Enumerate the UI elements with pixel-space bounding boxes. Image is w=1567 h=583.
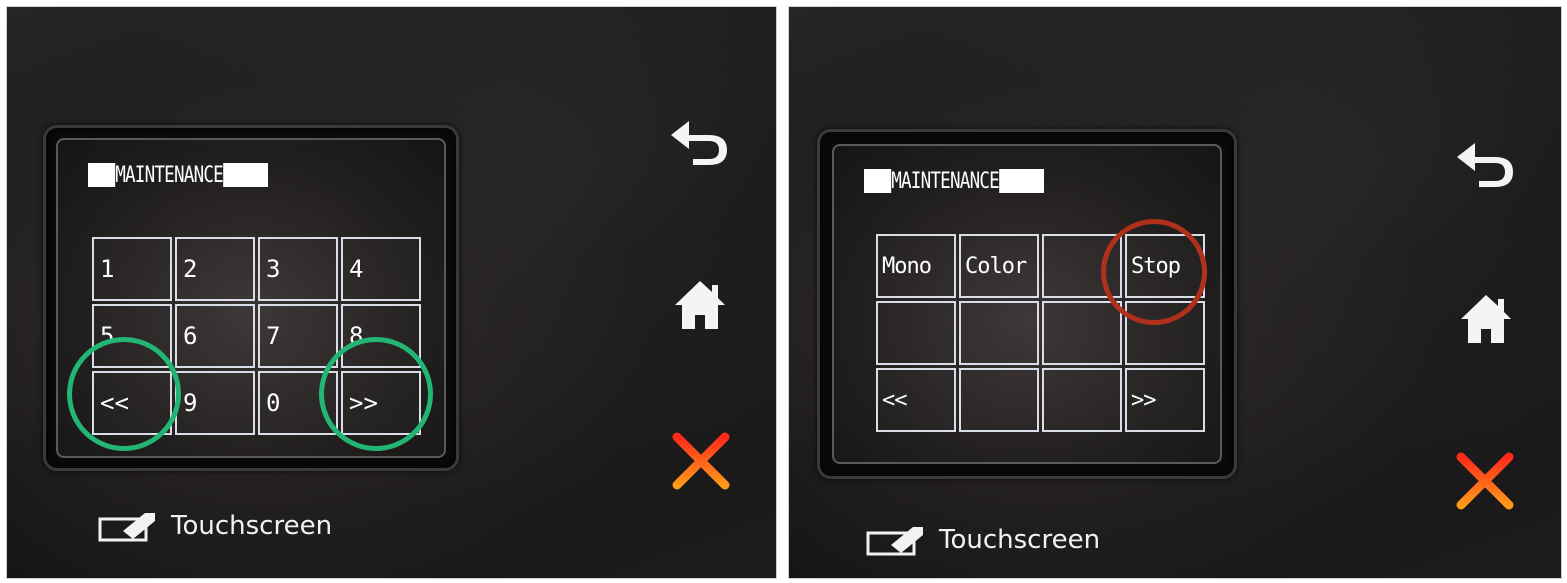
home-button[interactable] (1453, 289, 1519, 349)
cancel-button[interactable] (669, 429, 733, 493)
mode-keypad: Mono Color Stop << >> (876, 234, 1205, 432)
key-prev-page[interactable]: << (92, 371, 172, 435)
key-4[interactable]: 4 (341, 237, 421, 301)
back-arrow-icon (671, 121, 727, 165)
title-text: MAINTENANCE (115, 162, 224, 188)
home-icon (1461, 295, 1511, 343)
key-blank[interactable] (1125, 301, 1205, 365)
cancel-x-icon (1456, 452, 1514, 510)
lcd-title: MAINTENANCE (88, 162, 268, 188)
title-bar-left (864, 169, 892, 193)
key-blank[interactable] (959, 368, 1039, 432)
title-bar-right (998, 169, 1044, 193)
touchscreen-text: Touchscreen (171, 511, 333, 541)
key-next-page[interactable]: >> (341, 371, 421, 435)
key-9[interactable]: 9 (175, 371, 255, 435)
key-6[interactable]: 6 (175, 304, 255, 368)
key-3[interactable]: 3 (258, 237, 338, 301)
key-next-page[interactable]: >> (1125, 368, 1205, 432)
key-7[interactable]: 7 (258, 304, 338, 368)
key-0[interactable]: 0 (258, 371, 338, 435)
key-5[interactable]: 5 (92, 304, 172, 368)
touchscreen-label: Touchscreen (97, 509, 332, 543)
touchscreen-icon (866, 527, 923, 556)
key-blank[interactable] (1042, 234, 1122, 298)
touchscreen-icon (98, 513, 155, 542)
key-blank[interactable] (876, 301, 956, 365)
title-bar-left (88, 163, 116, 187)
lcd-screen: MAINTENANCE 1 2 3 4 5 6 7 8 << 9 0 >> (56, 138, 446, 458)
title-bar-right (222, 163, 268, 187)
title-text: MAINTENANCE (891, 168, 1000, 194)
key-mono[interactable]: Mono (876, 234, 956, 298)
lcd-bezel: MAINTENANCE Mono Color Stop << >> (817, 129, 1237, 479)
cancel-button[interactable] (1453, 449, 1517, 513)
key-1[interactable]: 1 (92, 237, 172, 301)
home-icon (675, 281, 725, 329)
lcd-bezel: MAINTENANCE 1 2 3 4 5 6 7 8 << 9 0 >> (43, 125, 459, 471)
back-button[interactable] (663, 111, 737, 171)
key-stop[interactable]: Stop (1125, 234, 1205, 298)
key-blank[interactable] (1042, 301, 1122, 365)
photo-right: MAINTENANCE Mono Color Stop << >> Touchs… (788, 6, 1562, 579)
home-button[interactable] (667, 275, 733, 335)
key-2[interactable]: 2 (175, 237, 255, 301)
back-arrow-icon (1457, 143, 1513, 187)
lcd-screen: MAINTENANCE Mono Color Stop << >> (832, 144, 1222, 464)
key-prev-page[interactable]: << (876, 368, 956, 432)
lcd-title: MAINTENANCE (864, 168, 1044, 194)
key-blank[interactable] (1042, 368, 1122, 432)
touchscreen-text: Touchscreen (939, 525, 1101, 555)
key-blank[interactable] (959, 301, 1039, 365)
cancel-x-icon (672, 432, 730, 490)
key-color[interactable]: Color (959, 234, 1039, 298)
keypad: 1 2 3 4 5 6 7 8 << 9 0 >> (92, 237, 421, 435)
photo-left: MAINTENANCE 1 2 3 4 5 6 7 8 << 9 0 >> To… (6, 6, 777, 579)
back-button[interactable] (1449, 133, 1523, 193)
touchscreen-label: Touchscreen (865, 523, 1100, 557)
key-8[interactable]: 8 (341, 304, 421, 368)
